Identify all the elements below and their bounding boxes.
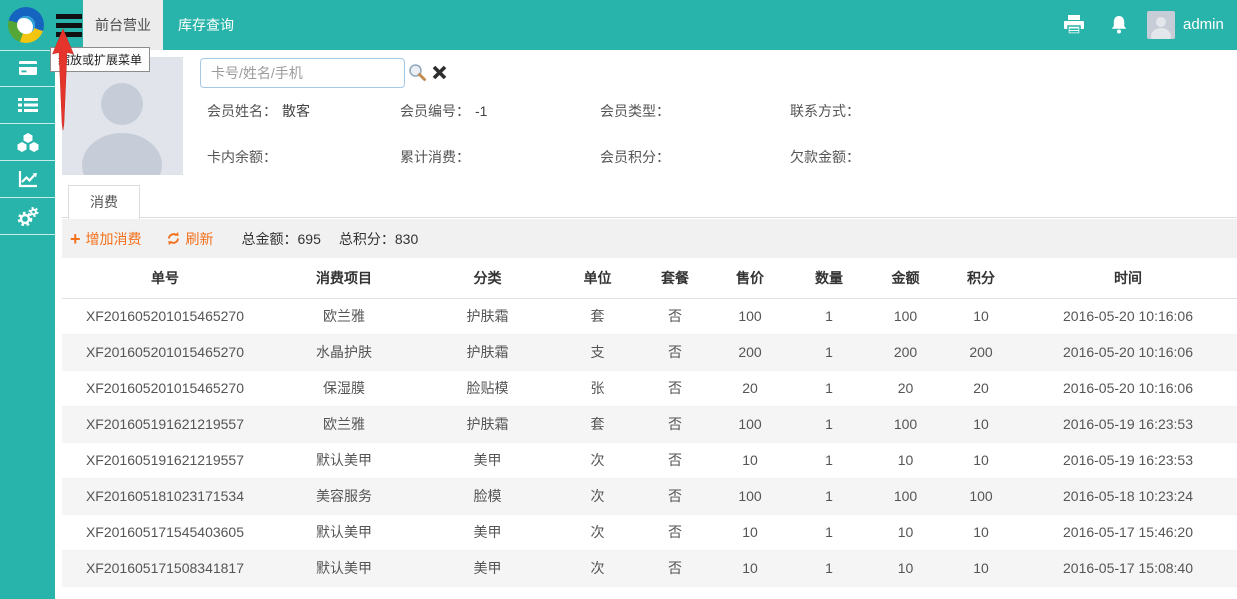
column-header: 数量	[790, 258, 868, 298]
member-field: 会员编号：-1	[400, 101, 600, 121]
gears-icon	[17, 207, 39, 226]
table-row[interactable]: XF201605191621219557默认美甲美甲次否10110102016-…	[62, 442, 1237, 478]
member-field: 会员积分：	[600, 147, 790, 167]
table-row[interactable]: XF201605181023171534美容服务脸模次否100110010020…	[62, 478, 1237, 514]
total-points: 总积分：830	[339, 229, 418, 249]
sidebar-item-billing[interactable]	[0, 50, 55, 87]
add-consumption-button[interactable]: + 增加消费	[70, 229, 142, 249]
username-label[interactable]: admin	[1183, 0, 1224, 50]
consumption-toolbar: + 增加消费 刷新 总金额：695 总积分：830	[62, 219, 1237, 258]
total-amount: 总金额：695	[242, 229, 321, 249]
consumption-table: 单号消费项目分类单位套餐售价数量金额积分时间 XF201605201015465…	[62, 258, 1237, 587]
top-bar: 前台营业 库存查询 admin	[0, 0, 1237, 50]
column-header: 消费项目	[268, 258, 420, 298]
member-info-grid: 会员姓名：散客会员编号：-1会员类型：联系方式： 卡内余额：累计消费：会员积分：欠…	[207, 101, 1107, 167]
detail-tabs-row: 消费	[62, 185, 1237, 218]
column-header: 积分	[943, 258, 1019, 298]
column-header: 单号	[62, 258, 268, 298]
refresh-icon	[166, 231, 181, 246]
tab-front-desk[interactable]: 前台营业	[83, 0, 163, 50]
column-header: 单位	[555, 258, 640, 298]
column-header: 金额	[868, 258, 943, 298]
sidebar-item-products[interactable]	[0, 124, 55, 161]
side-nav	[0, 50, 55, 599]
app-logo-icon	[8, 7, 44, 43]
column-header: 套餐	[640, 258, 710, 298]
member-field: 欠款金额：	[790, 147, 1107, 167]
table-row[interactable]: XF201605201015465270保湿膜脸贴模张否20120202016-…	[62, 370, 1237, 406]
member-field: 会员姓名：散客	[207, 101, 400, 121]
table-body: XF201605201015465270欧兰雅护肤霜套否100110010201…	[62, 298, 1237, 586]
member-field: 会员类型：	[600, 101, 790, 121]
sidebar-item-list[interactable]	[0, 87, 55, 124]
hamburger-menu-icon[interactable]	[56, 14, 82, 37]
printer-icon[interactable]	[1060, 0, 1088, 50]
refresh-button[interactable]: 刷新	[166, 229, 214, 249]
table-header-row: 单号消费项目分类单位套餐售价数量金额积分时间	[62, 258, 1237, 298]
table-row[interactable]: XF201605191621219557欧兰雅护肤霜套否100110010201…	[62, 406, 1237, 442]
table-row[interactable]: XF201605201015465270欧兰雅护肤霜套否100110010201…	[62, 298, 1237, 334]
list-icon	[18, 97, 38, 113]
member-field: 累计消费：	[400, 147, 600, 167]
table-row[interactable]: XF201605201015465270水晶护肤护肤霜支否20012002002…	[62, 334, 1237, 370]
sidebar-item-settings[interactable]	[0, 198, 55, 235]
tab-consumption[interactable]: 消费	[68, 185, 140, 219]
clear-search-icon[interactable]	[432, 65, 447, 85]
user-avatar[interactable]	[1147, 11, 1175, 39]
billing-card-icon	[18, 60, 38, 77]
table-row[interactable]: XF201605171545403605默认美甲美甲次否10110102016-…	[62, 514, 1237, 550]
notifications-bell-icon[interactable]	[1107, 0, 1131, 50]
member-field: 联系方式：	[790, 101, 1107, 121]
member-search-input[interactable]	[200, 58, 405, 88]
plus-icon: +	[70, 231, 81, 247]
column-header: 售价	[710, 258, 790, 298]
search-icon[interactable]	[408, 63, 427, 87]
menu-tooltip: 缩放或扩展菜单	[50, 47, 150, 72]
table-row[interactable]: XF201605171508341817默认美甲美甲次否10110102016-…	[62, 550, 1237, 586]
cubes-icon	[17, 133, 39, 152]
sidebar-item-reports[interactable]	[0, 161, 55, 198]
column-header: 时间	[1019, 258, 1237, 298]
member-field: 卡内余额：	[207, 147, 400, 167]
member-photo-placeholder	[62, 57, 183, 175]
tab-inventory-query[interactable]: 库存查询	[163, 0, 249, 50]
column-header: 分类	[420, 258, 555, 298]
line-chart-icon	[18, 170, 38, 188]
